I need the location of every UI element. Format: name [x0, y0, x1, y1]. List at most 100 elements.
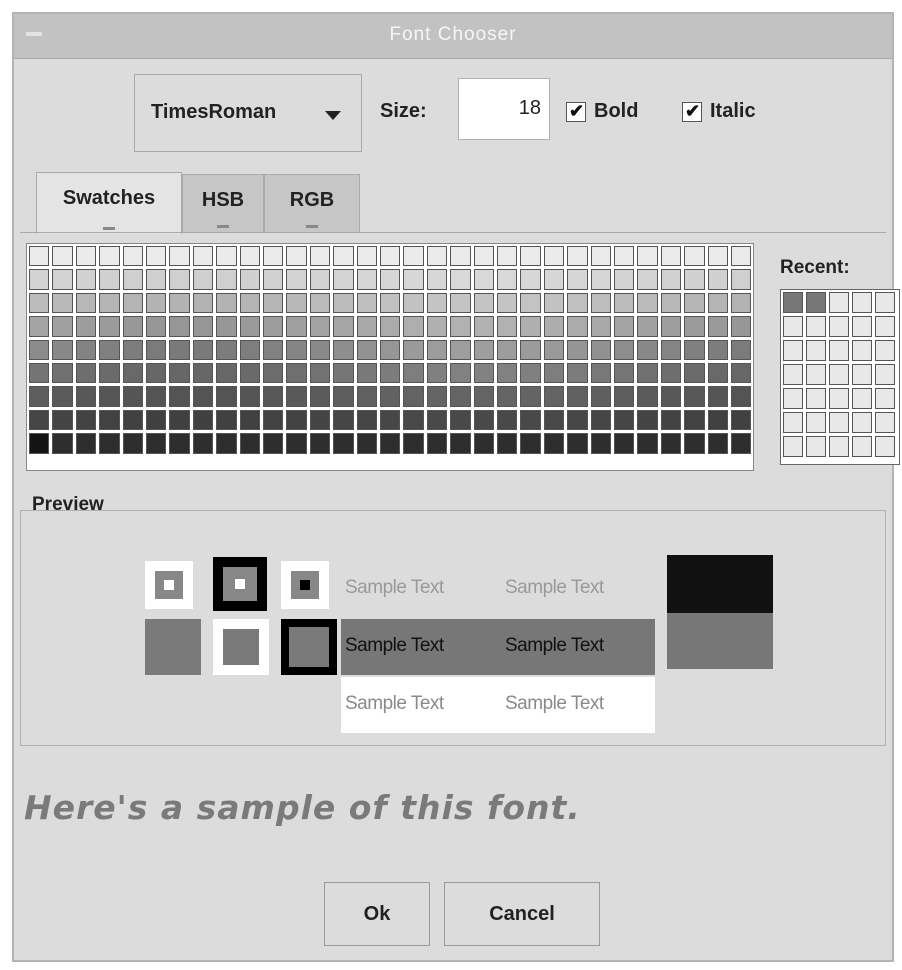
color-swatch[interactable] [75, 269, 97, 290]
color-swatch[interactable] [309, 339, 331, 360]
color-swatch[interactable] [590, 433, 611, 454]
color-swatch[interactable] [497, 339, 518, 360]
color-swatch[interactable] [637, 386, 658, 407]
color-swatch[interactable] [75, 339, 97, 360]
color-swatch[interactable] [122, 386, 143, 407]
size-input[interactable]: 18 [458, 78, 550, 140]
color-swatch[interactable] [169, 433, 190, 454]
color-swatch[interactable] [614, 409, 635, 431]
recent-color-swatch[interactable] [875, 412, 895, 433]
color-swatch[interactable] [99, 339, 120, 360]
recent-color-swatch[interactable] [783, 388, 803, 409]
color-swatch[interactable] [520, 409, 541, 431]
color-swatch[interactable] [543, 316, 565, 337]
color-swatch[interactable] [263, 386, 284, 407]
color-swatch[interactable] [567, 316, 588, 337]
color-swatch[interactable] [426, 316, 448, 337]
color-swatch[interactable] [169, 316, 190, 337]
color-swatch[interactable] [380, 269, 401, 290]
recent-color-swatch[interactable] [783, 364, 803, 385]
color-swatch[interactable] [707, 246, 728, 267]
color-swatch[interactable] [380, 316, 401, 337]
color-swatch[interactable] [52, 409, 73, 431]
color-swatch[interactable] [169, 339, 190, 360]
color-swatch[interactable] [286, 386, 307, 407]
color-swatch[interactable] [216, 433, 237, 454]
color-swatch[interactable] [707, 292, 728, 314]
italic-checkbox[interactable]: ✔ [682, 101, 702, 122]
color-swatch[interactable] [380, 386, 401, 407]
color-swatch[interactable] [52, 269, 73, 290]
color-swatch[interactable] [660, 246, 682, 267]
color-swatch[interactable] [333, 292, 354, 314]
recent-color-swatch[interactable] [829, 364, 849, 385]
color-swatch[interactable] [99, 386, 120, 407]
color-swatch[interactable] [333, 316, 354, 337]
color-swatch[interactable] [99, 363, 120, 384]
color-swatch[interactable] [333, 409, 354, 431]
color-swatch[interactable] [614, 269, 635, 290]
recent-color-swatch[interactable] [852, 388, 872, 409]
color-swatch[interactable] [660, 339, 682, 360]
color-swatch[interactable] [637, 292, 658, 314]
color-swatch[interactable] [216, 316, 237, 337]
color-swatch[interactable] [450, 433, 471, 454]
recent-color-swatch[interactable] [829, 388, 849, 409]
color-swatch[interactable] [684, 246, 705, 267]
color-swatch[interactable] [146, 409, 167, 431]
color-swatch[interactable] [29, 246, 50, 267]
color-swatch[interactable] [286, 269, 307, 290]
color-swatch[interactable] [356, 246, 377, 267]
color-swatch[interactable] [122, 433, 143, 454]
color-swatch[interactable] [192, 339, 214, 360]
color-swatch[interactable] [543, 386, 565, 407]
color-swatch[interactable] [660, 386, 682, 407]
color-swatch[interactable] [192, 269, 214, 290]
color-swatch[interactable] [450, 409, 471, 431]
color-swatch[interactable] [567, 363, 588, 384]
color-swatch[interactable] [497, 363, 518, 384]
color-swatch[interactable] [426, 339, 448, 360]
color-swatch[interactable] [239, 433, 260, 454]
recent-color-swatch[interactable] [875, 388, 895, 409]
color-swatch[interactable] [309, 363, 331, 384]
color-swatch[interactable] [263, 339, 284, 360]
recent-color-swatch[interactable] [852, 364, 872, 385]
color-swatch[interactable] [614, 433, 635, 454]
color-swatch[interactable] [380, 433, 401, 454]
color-swatch[interactable] [309, 433, 331, 454]
color-swatch[interactable] [450, 363, 471, 384]
recent-color-swatch[interactable] [806, 412, 826, 433]
color-swatch[interactable] [52, 339, 73, 360]
color-swatch[interactable] [309, 269, 331, 290]
color-swatch[interactable] [450, 246, 471, 267]
color-swatch[interactable] [473, 386, 494, 407]
color-swatch[interactable] [403, 363, 424, 384]
color-swatch[interactable] [333, 339, 354, 360]
color-swatch[interactable] [309, 386, 331, 407]
color-swatch[interactable] [216, 339, 237, 360]
color-swatch[interactable] [590, 409, 611, 431]
color-swatch[interactable] [590, 269, 611, 290]
color-swatch[interactable] [567, 409, 588, 431]
color-swatch[interactable] [684, 409, 705, 431]
color-swatch[interactable] [590, 292, 611, 314]
recent-color-swatch[interactable] [806, 364, 826, 385]
color-swatch[interactable] [497, 269, 518, 290]
color-swatch[interactable] [239, 363, 260, 384]
color-swatch[interactable] [216, 246, 237, 267]
color-swatch[interactable] [146, 339, 167, 360]
color-swatch[interactable] [52, 363, 73, 384]
tab-hsb[interactable]: HSB [182, 174, 264, 232]
color-swatch[interactable] [707, 386, 728, 407]
color-swatch[interactable] [684, 316, 705, 337]
recent-color-swatch[interactable] [806, 292, 826, 313]
color-swatch[interactable] [403, 269, 424, 290]
color-swatch[interactable] [426, 269, 448, 290]
recent-color-swatch[interactable] [829, 436, 849, 457]
color-swatch[interactable] [216, 409, 237, 431]
color-swatch[interactable] [169, 269, 190, 290]
color-swatch[interactable] [286, 433, 307, 454]
color-swatch[interactable] [567, 246, 588, 267]
color-swatch[interactable] [543, 363, 565, 384]
